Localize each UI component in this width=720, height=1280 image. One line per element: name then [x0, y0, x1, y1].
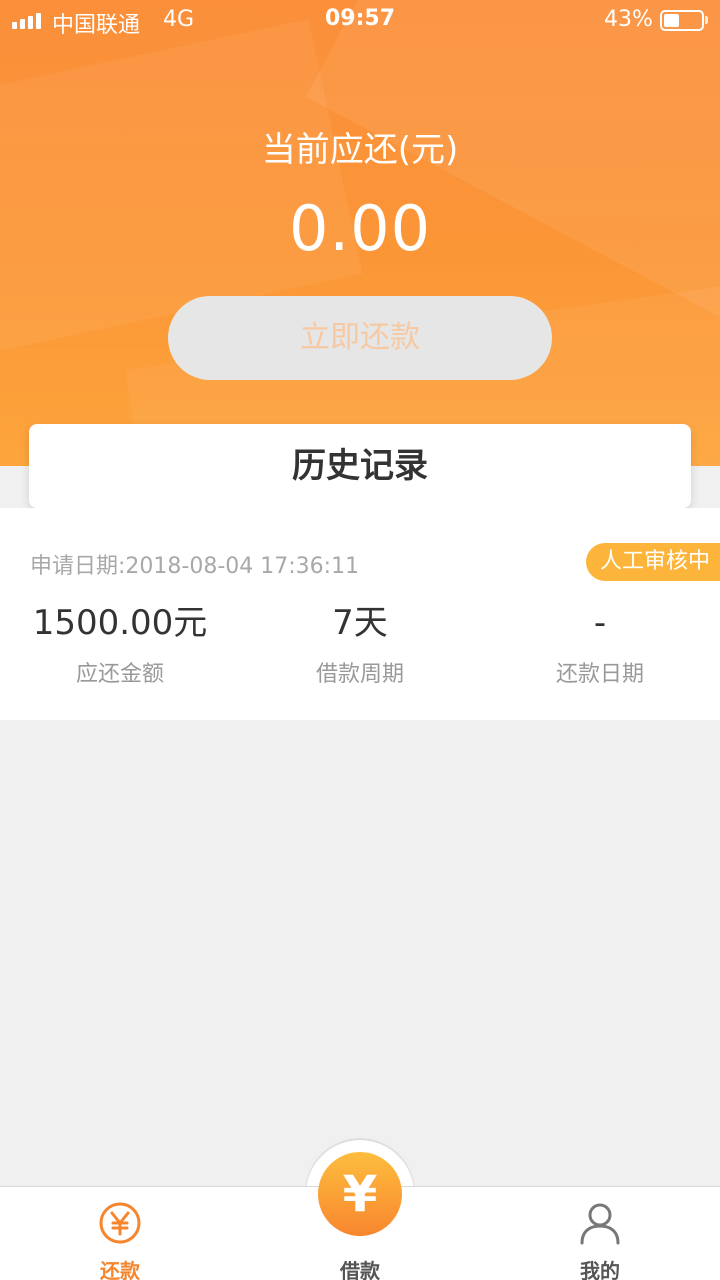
tab-mine[interactable]: 我的 — [480, 1187, 720, 1280]
tab-repay[interactable]: 还款 — [0, 1187, 240, 1280]
history-records-header[interactable]: 历史记录 — [29, 424, 691, 508]
repay-date-value: - — [593, 603, 607, 643]
apply-date: 申请日期:2018-08-04 17:36:11 — [30, 554, 360, 579]
period-label: 借款周期 — [315, 662, 404, 687]
due-label: 当前应还(元) — [261, 130, 459, 170]
repay-date-column: - 还款日期 — [480, 600, 720, 688]
tab-mine-label: 我的 — [580, 1259, 620, 1280]
tab-repay-label: 还款 — [100, 1259, 140, 1280]
battery-percent: 43% — [604, 7, 653, 32]
battery-tip — [705, 16, 708, 24]
tab-borrow-label: 借款 — [340, 1259, 380, 1280]
amount-column: 1500.00元 应还金额 — [0, 600, 240, 688]
status-badge: 人工审核中 — [585, 543, 720, 581]
due-amount: 0.00 — [288, 192, 432, 265]
amount-value: 1500.00元 — [32, 603, 208, 643]
amount-label: 应还金额 — [75, 662, 164, 687]
yen-icon[interactable]: ¥ — [318, 1152, 402, 1236]
user-icon — [580, 1203, 620, 1245]
period-column: 7天 借款周期 — [240, 600, 480, 688]
loan-record[interactable]: 申请日期:2018-08-04 17:36:11 人工审核中 1500.00元 … — [0, 508, 720, 720]
battery-icon — [660, 10, 704, 31]
battery-level — [664, 14, 679, 27]
header-banner: 中国联通 4G 09:57 43% 当前应还(元) 0.00 立即还款 — [0, 0, 720, 466]
period-value: 7天 — [332, 603, 388, 643]
repay-now-button[interactable]: 立即还款 — [168, 296, 552, 380]
yen-circle-icon — [99, 1202, 141, 1244]
repay-date-label: 还款日期 — [555, 662, 644, 687]
status-bar: 中国联通 4G 09:57 43% — [0, 0, 720, 40]
